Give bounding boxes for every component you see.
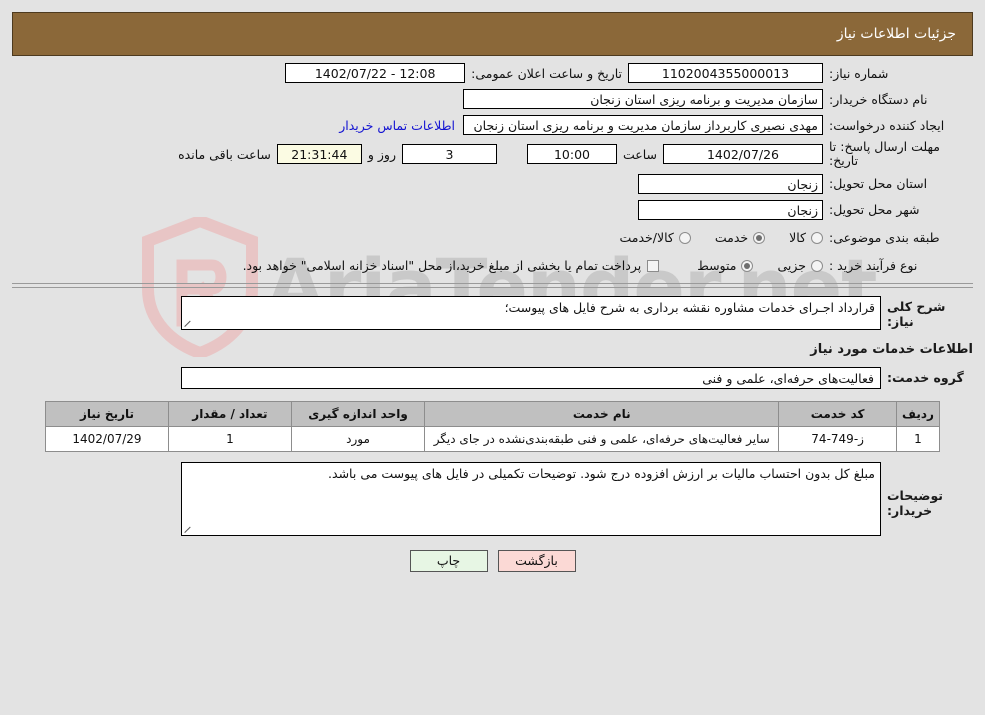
category-radio-khedmat[interactable]: خدمت	[701, 230, 766, 246]
th-quantity: تعداد / مقدار	[167, 400, 292, 427]
th-radif: ردیف	[895, 400, 941, 427]
radio-icon	[678, 231, 691, 244]
process-radio-jozei[interactable]: جزیی	[763, 258, 823, 273]
page-header: جزئیات اطلاعات نیاز	[12, 12, 973, 56]
form-row-process: نوع فرآیند خرید : جزیی متوسط پرداخت تمام…	[12, 255, 973, 277]
process-radio-motavaset[interactable]: متوسط	[683, 258, 754, 274]
remaining-suffix-label: ساعت باقی مانده	[178, 146, 271, 162]
process-radio-jozei-label: جزیی	[777, 258, 806, 274]
form-row-buyer-org: نام دستگاه خریدار: سازمان مدیریت و برنام…	[12, 88, 973, 110]
th-code: کد خدمت	[778, 400, 897, 427]
islamic-treasury-checkbox[interactable]	[647, 259, 660, 272]
section-divider-2	[12, 286, 973, 288]
islamic-treasury-note: پرداخت تمام یا بخشی از مبلغ خرید،از محل …	[242, 258, 642, 274]
province-label: استان محل تحویل:	[829, 176, 928, 192]
form-row-province: استان محل تحویل: زنجان	[12, 173, 973, 195]
deadline-label: مهلت ارسال پاسخ: تا تاریخ:	[829, 139, 940, 169]
form-row-category: طبقه بندی موضوعی: کالا خدمت کالا/خدمت	[12, 227, 973, 249]
radio-selected-icon	[753, 231, 766, 244]
category-radio-khedmat-label: خدمت	[714, 230, 749, 246]
category-radio-kala-label: کالا	[789, 230, 806, 246]
remaining-countdown: 21:31:44	[276, 144, 362, 165]
radio-icon	[811, 231, 823, 244]
services-table: ردیف کد خدمت نام خدمت واحد اندازه گیری ت…	[45, 400, 941, 452]
buyer-org-label: نام دستگاه خریدار:	[829, 91, 928, 107]
public-announce-value: 12:08 - 1402/07/22	[285, 63, 466, 83]
buyer-contact-link[interactable]: اطلاعات تماس خریدار	[331, 118, 463, 133]
footer-actions: بازگشت چاپ	[0, 549, 985, 572]
need-description-value: قرارداد اجـرای خدمات مشاوره نقشه برداری …	[504, 299, 875, 315]
back-button[interactable]: بازگشت	[497, 549, 576, 572]
form-row-deadline: مهلت ارسال پاسخ: تا تاریخ: 1402/07/26 سا…	[12, 139, 973, 169]
cell-name: سایر فعالیت‌های حرفه‌ای، علمی و فنی طبقه…	[424, 425, 780, 452]
process-radio-motavaset-label: متوسط	[697, 258, 737, 274]
table-row: 1 ز-749-74 سایر فعالیت‌های حرفه‌ای، علمی…	[45, 425, 941, 452]
section-divider-1	[12, 282, 973, 284]
category-label: طبقه بندی موضوعی:	[829, 230, 940, 246]
print-button[interactable]: چاپ	[409, 549, 488, 572]
form-row-city: شهر محل تحویل: زنجان	[12, 199, 973, 221]
service-group-row: گروه خدمت: فعالیت‌های حرفه‌ای، علمی و فن…	[12, 366, 973, 389]
deadline-time-value: 10:00	[526, 144, 617, 165]
radio-icon	[811, 259, 823, 272]
buyer-notes-textarea[interactable]: مبلغ کل بدون احتساب مالیات بر ارزش افزود…	[181, 461, 881, 536]
resize-grip-icon[interactable]	[184, 318, 194, 328]
buyer-notes-value: مبلغ کل بدون احتساب مالیات بر ارزش افزود…	[328, 465, 875, 481]
cell-quantity: 1	[167, 425, 292, 452]
th-date: تاریخ نیاز	[45, 400, 169, 427]
table-header-row: ردیف کد خدمت نام خدمت واحد اندازه گیری ت…	[45, 400, 941, 427]
radio-selected-icon	[741, 259, 754, 272]
need-info-form: شماره نیاز: 1102004355000013 تاریخ و ساع…	[12, 62, 973, 277]
form-row-need-number: شماره نیاز: 1102004355000013 تاریخ و ساع…	[12, 62, 973, 84]
category-radio-kala[interactable]: کالا	[775, 230, 823, 245]
cell-code: ز-749-74	[778, 425, 897, 452]
page-title: جزئیات اطلاعات نیاز	[836, 26, 956, 42]
th-name: نام خدمت	[424, 400, 780, 427]
cell-radif: 1	[895, 425, 941, 452]
service-group-label: گروه خدمت:	[887, 370, 964, 386]
service-group-value: فعالیت‌های حرفه‌ای، علمی و فنی	[181, 366, 881, 389]
category-radio-kala-khedmat-label: کالا/خدمت	[619, 230, 674, 246]
deadline-date-value: 1402/07/26	[663, 144, 823, 165]
services-section-title: اطلاعات خدمات مورد نیاز	[810, 341, 973, 357]
form-row-creator: ایجاد کننده درخواست: مهدی نصیری کاربرداز…	[12, 114, 973, 136]
remaining-days-label: روز و	[367, 146, 396, 162]
need-description-textarea[interactable]: قرارداد اجـرای خدمات مشاوره نقشه برداری …	[181, 295, 881, 330]
cell-unit: مورد	[290, 425, 426, 452]
creator-label: ایجاد کننده درخواست:	[829, 117, 945, 133]
need-description-label: شرح کلی نیاز:	[887, 298, 946, 329]
public-announce-label: تاریخ و ساعت اعلان عمومی:	[471, 65, 622, 81]
need-number-value: 1102004355000013	[628, 63, 823, 83]
services-table-wrapper: ردیف کد خدمت نام خدمت واحد اندازه گیری ت…	[45, 400, 941, 452]
need-description-row: شرح کلی نیاز: قرارداد اجـرای خدمات مشاور…	[12, 295, 973, 330]
province-value: زنجان	[638, 173, 823, 194]
th-unit: واحد اندازه گیری	[290, 400, 426, 427]
category-radio-kala-khedmat[interactable]: کالا/خدمت	[605, 230, 691, 246]
buyer-org-value: سازمان مدیریت و برنامه ریزی استان زنجان	[463, 89, 823, 109]
remaining-days-value: 3	[401, 144, 497, 165]
buyer-notes-row: توضیحات خریدار: مبلغ کل بدون احتساب مالی…	[12, 461, 973, 536]
need-number-label: شماره نیاز:	[829, 65, 889, 81]
resize-grip-icon[interactable]	[184, 524, 194, 534]
city-value: زنجان	[638, 199, 823, 220]
buyer-notes-label: توضیحات خریدار:	[887, 487, 943, 518]
process-label: نوع فرآیند خرید :	[829, 258, 918, 274]
creator-value: مهدی نصیری کاربرداز سازمان مدیریت و برنا…	[463, 115, 823, 135]
city-label: شهر محل تحویل:	[829, 202, 920, 218]
cell-date: 1402/07/29	[45, 425, 169, 452]
deadline-time-label: ساعت	[622, 146, 657, 162]
